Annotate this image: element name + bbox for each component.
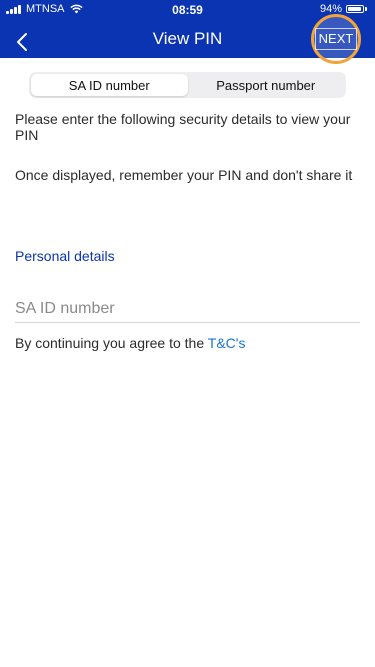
status-bar: MTNSA 08:59 94% [0, 0, 375, 20]
tab-sa-id-number[interactable]: SA ID number [31, 74, 188, 96]
battery-icon [346, 4, 368, 14]
battery-fill [348, 7, 362, 11]
view-pin-screen: MTNSA 08:59 94% View PIN NEXT SA ID numb… [0, 0, 375, 667]
id-type-segmented-control: SA ID number Passport number [29, 72, 346, 98]
terms-notice: By continuing you agree to the T&C's [15, 335, 245, 351]
personal-details-heading: Personal details [15, 248, 115, 264]
next-button-label: NEXT [314, 28, 358, 50]
terms-link[interactable]: T&C's [208, 335, 246, 351]
instruction-text: Please enter the following security deta… [15, 111, 351, 143]
tab-passport-number[interactable]: Passport number [188, 74, 345, 96]
reminder-text: Once displayed, remember your PIN and do… [15, 167, 353, 183]
status-right: 94% [320, 3, 368, 15]
status-time: 08:59 [172, 3, 203, 17]
terms-prefix: By continuing you agree to the [15, 335, 208, 351]
sa-id-number-input[interactable] [15, 296, 360, 323]
next-button[interactable]: NEXT [311, 14, 361, 64]
